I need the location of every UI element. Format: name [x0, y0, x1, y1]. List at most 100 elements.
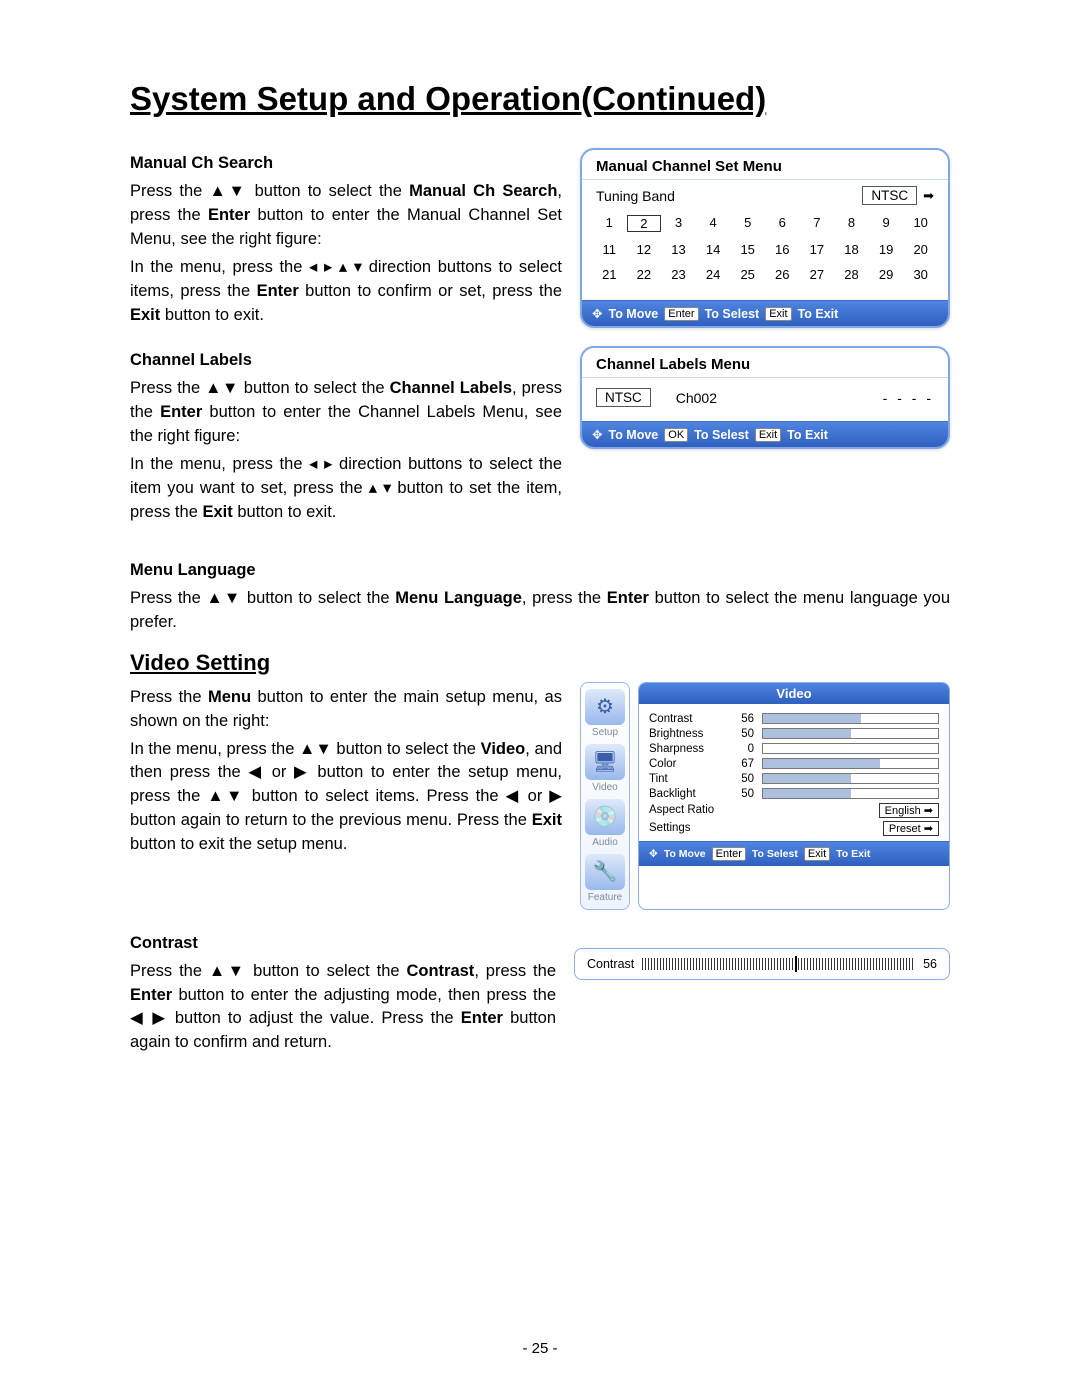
- channel-cell: 10: [903, 215, 938, 232]
- channel-cell: 29: [869, 267, 904, 282]
- labels-ntsc: NTSC: [596, 388, 651, 407]
- side-item-audio: 💿Audio: [585, 799, 625, 848]
- channel-cell: 22: [627, 267, 662, 282]
- fig-manual-footer: ✥ To Move Enter To Selest Exit To Exit: [582, 300, 948, 326]
- channel-cell: 12: [627, 242, 662, 257]
- labels-ch: Ch002: [676, 390, 717, 406]
- channel-cell: 14: [696, 242, 731, 257]
- manual-p1: Press the ▲▼ button to select the Manual…: [130, 180, 562, 252]
- channel-cell: 26: [765, 267, 800, 282]
- channel-cell: 24: [696, 267, 731, 282]
- channel-cell: 5: [730, 215, 765, 232]
- contrast-bar-scale: [642, 958, 915, 970]
- labels-heading: Channel Labels: [130, 351, 252, 369]
- channel-cell: 2: [627, 215, 662, 232]
- labels-dashes: - - - -: [883, 390, 934, 406]
- right-arrow-icon: [923, 187, 934, 204]
- page-title: System Setup and Operation(Continued): [130, 80, 950, 118]
- video-menu-title: Video: [639, 683, 949, 704]
- manual-p2: In the menu, press the ◂ ▸ ▴ ▾ direction…: [130, 256, 562, 328]
- video-row: Backlight50: [649, 788, 939, 800]
- contrast-bar-value: 56: [923, 957, 937, 971]
- channel-cell: 16: [765, 242, 800, 257]
- channel-cell: 19: [869, 242, 904, 257]
- lang-heading: Menu Language: [130, 561, 256, 579]
- manual-heading: Manual Ch Search: [130, 154, 273, 172]
- channel-cell: 25: [730, 267, 765, 282]
- page-number: - 25 -: [0, 1340, 1080, 1357]
- channel-grid: 1234567891011121314151617181920212223242…: [582, 211, 948, 300]
- video-heading: Video Setting: [130, 650, 950, 676]
- page: System Setup and Operation(Continued) Ma…: [0, 0, 1080, 1397]
- video-side-icons: ⚙Setup 🖥Video 💿Audio 🔧Feature: [580, 682, 630, 910]
- video-row-aspect: Aspect RatioEnglish ➡: [649, 803, 939, 818]
- channel-cell: 9: [869, 215, 904, 232]
- video-p1: Press the Menu button to enter the main …: [130, 686, 562, 734]
- contrast-bar-marker: [795, 956, 797, 972]
- channel-cell: 27: [800, 267, 835, 282]
- channel-cell: 18: [834, 242, 869, 257]
- side-item-feature: 🔧Feature: [585, 854, 625, 903]
- video-row: Color67: [649, 758, 939, 770]
- fig-labels-window: Channel Labels Menu NTSC Ch002 - - - - ✥…: [580, 346, 950, 449]
- video-row: Tint50: [649, 773, 939, 785]
- video-row: Brightness50: [649, 728, 939, 740]
- video-row: Sharpness0: [649, 743, 939, 755]
- contrast-text: Contrast Press the ▲▼ button to select t…: [130, 928, 556, 1060]
- channel-cell: 11: [592, 242, 627, 257]
- fig-contrast: Contrast 56: [574, 928, 950, 1060]
- setup-icon: ⚙: [585, 689, 625, 725]
- fig-labels-body: NTSC Ch002 - - - -: [582, 378, 948, 421]
- labels-p2: In the menu, press the ◂ ▸ direction but…: [130, 453, 562, 525]
- section-language: Menu Language Press the ▲▼ button to sel…: [130, 559, 950, 635]
- channel-cell: 30: [903, 267, 938, 282]
- feature-icon: 🔧: [585, 854, 625, 890]
- video-row-settings: SettingsPreset ➡: [649, 821, 939, 836]
- dpad-icon: ✥: [592, 306, 602, 321]
- channel-cell: 21: [592, 267, 627, 282]
- dpad-icon: ✥: [592, 427, 602, 442]
- side-item-setup: ⚙Setup: [585, 689, 625, 738]
- contrast-bar-window: Contrast 56: [574, 948, 950, 980]
- channel-cell: 15: [730, 242, 765, 257]
- channel-cell: 1: [592, 215, 627, 232]
- fig-manual-title: Manual Channel Set Menu: [582, 150, 948, 180]
- contrast-bar-label: Contrast: [587, 957, 634, 971]
- fig-column-1: Manual Channel Set Menu Tuning Band NTSC…: [580, 148, 950, 529]
- contrast-heading: Contrast: [130, 934, 198, 952]
- section-manual: Manual Ch Search Press the ▲▼ button to …: [130, 148, 950, 529]
- fig-manual-window: Manual Channel Set Menu Tuning Band NTSC…: [580, 148, 950, 328]
- section-video: Press the Menu button to enter the main …: [130, 682, 950, 910]
- labels-p1: Press the ▲▼ button to select the Channe…: [130, 377, 562, 449]
- channel-cell: 4: [696, 215, 731, 232]
- fig-video-footer: ✥ To Move Enter To Selest Exit To Exit: [639, 841, 949, 866]
- fig-video: ⚙Setup 🖥Video 💿Audio 🔧Feature Video Contras…: [580, 682, 950, 910]
- tuning-band-label: Tuning Band: [596, 188, 675, 204]
- fig-labels-title: Channel Labels Menu: [582, 348, 948, 378]
- section-contrast: Contrast Press the ▲▼ button to select t…: [130, 928, 950, 1060]
- channel-cell: 17: [800, 242, 835, 257]
- video-icon: 🖥: [585, 744, 625, 780]
- channel-cell: 7: [800, 215, 835, 232]
- video-row: Contrast56: [649, 713, 939, 725]
- video-p2: In the menu, press the ▲▼ button to sele…: [130, 738, 562, 858]
- video-menu: Video Contrast56Brightness50Sharpness0Co…: [638, 682, 950, 910]
- channel-cell: 23: [661, 267, 696, 282]
- channel-cell: 8: [834, 215, 869, 232]
- channel-cell: 6: [765, 215, 800, 232]
- contrast-p1: Press the ▲▼ button to select the Contra…: [130, 960, 556, 1056]
- channel-cell: 28: [834, 267, 869, 282]
- channel-cell: 3: [661, 215, 696, 232]
- fig-manual-tuning: Tuning Band NTSC: [582, 180, 948, 211]
- audio-icon: 💿: [585, 799, 625, 835]
- video-text: Press the Menu button to enter the main …: [130, 682, 562, 910]
- dpad-icon: ✥: [649, 848, 658, 860]
- lang-p1: Press the ▲▼ button to select the Menu L…: [130, 587, 950, 635]
- manual-text: Manual Ch Search Press the ▲▼ button to …: [130, 148, 562, 529]
- tuning-band-value: NTSC: [862, 186, 917, 205]
- video-menu-body: Contrast56 Brightness50 Sharpness0 Color67 T…: [639, 704, 949, 841]
- side-item-video: 🖥Video: [585, 744, 625, 793]
- channel-cell: 20: [903, 242, 938, 257]
- fig-labels-footer: ✥ To Move OK To Selest Exit To Exit: [582, 421, 948, 447]
- channel-cell: 13: [661, 242, 696, 257]
